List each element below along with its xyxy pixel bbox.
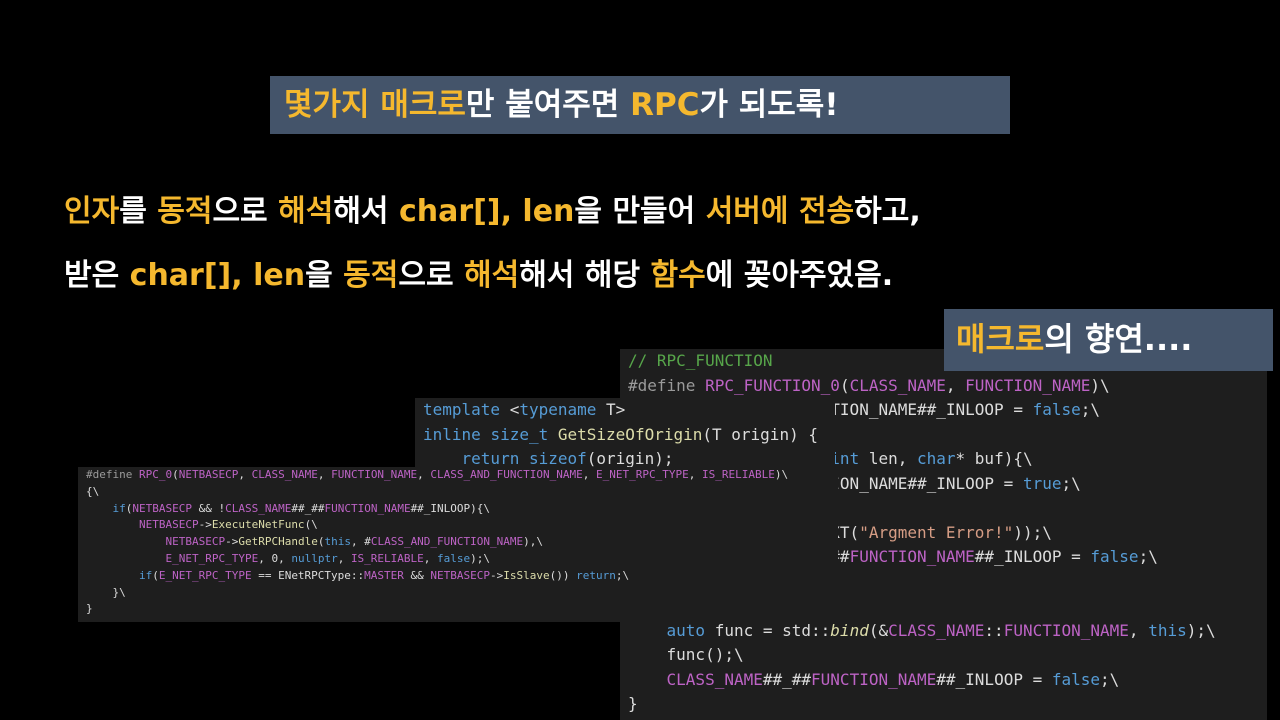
title-banner: 몇가지 매크로만 붙여주면 RPC가 되도록!	[270, 76, 1010, 134]
code-line: CLASS_NAME##_##FUNCTION_NAME##_INLOOP = …	[666, 669, 1120, 689]
code-line: }\	[86, 585, 126, 599]
text-part: 해석	[464, 258, 520, 293]
text-part: 을 만들어	[574, 194, 706, 229]
text-part: 동적	[157, 194, 213, 229]
text-part: 서버에 전송	[705, 194, 855, 229]
title-part: 몇가지 매크로	[284, 87, 466, 123]
code-line: template <typename T>	[423, 400, 626, 419]
macro-caption: 매크로의 향연....	[944, 309, 1273, 371]
text-part: 해서 해당	[519, 258, 651, 293]
text-part: 으로	[398, 258, 464, 293]
code-line: {\	[86, 484, 100, 498]
code-line: if(NETBASECP && !CLASS_NAME##_##FUNCTION…	[112, 501, 491, 515]
caption-part: 매크로	[956, 320, 1045, 358]
code-line: #define RPC_0(NETBASECP, CLASS_NAME, FUN…	[86, 468, 789, 481]
code-line: if(E_NET_RPC_TYPE == ENetRPCType::MASTER…	[138, 568, 630, 582]
text-part: 해석	[278, 194, 334, 229]
code-panel-template: template <typename T> inline size_t GetSi…	[415, 398, 835, 478]
text-part: 으로	[212, 194, 279, 229]
text-part: 인자	[64, 194, 120, 229]
text-part: 동적	[343, 258, 399, 293]
text-part: 을	[305, 258, 344, 293]
title-part: 가 되도록!	[699, 87, 839, 123]
caption-part: 의 향연....	[1044, 320, 1193, 358]
code-line: E_NET_RPC_TYPE, 0, nullptr, IS_RELIABLE,…	[165, 551, 491, 565]
code-line: NETBASECP->ExecuteNetFunc(\	[138, 518, 318, 532]
text-part: 함수	[650, 258, 706, 293]
code-line: inline size_t GetSizeOfOrigin(T origin) …	[423, 424, 818, 444]
text-part: char[], len	[398, 194, 575, 229]
text-part: char[], len	[129, 258, 306, 293]
code-panel-rpc-macro: #define RPC_0(NETBASECP, CLASS_NAME, FUN…	[78, 467, 838, 622]
code-line: }	[628, 694, 638, 713]
text-part: 하고,	[854, 194, 921, 229]
title-part: RPC	[630, 87, 700, 123]
text-part: 해서	[333, 194, 399, 229]
description-line-2: 받은 char[], len을 동적으로 해석해서 해당 함수에 꽂아주었음.	[64, 250, 893, 294]
text-part: 를	[119, 194, 158, 229]
description-line-1: 인자를 동적으로 해석해서 char[], len을 만들어 서버에 전송하고,	[64, 186, 921, 230]
code-line: func();\	[628, 645, 744, 664]
code-line: auto func = std::bind(&CLASS_NAME::FUNCT…	[666, 620, 1216, 640]
title-part: 만 붙여주면	[465, 87, 631, 123]
text-part: 에 꽂아주었음.	[705, 258, 894, 293]
code-line: NETBASECP->GetRPCHandle(this, #CLASS_AND…	[165, 535, 544, 549]
code-line: #define RPC_FUNCTION_0(CLASS_NAME, FUNCT…	[628, 375, 1110, 395]
code-line: }	[86, 602, 93, 616]
text-part: 받은	[64, 258, 130, 293]
